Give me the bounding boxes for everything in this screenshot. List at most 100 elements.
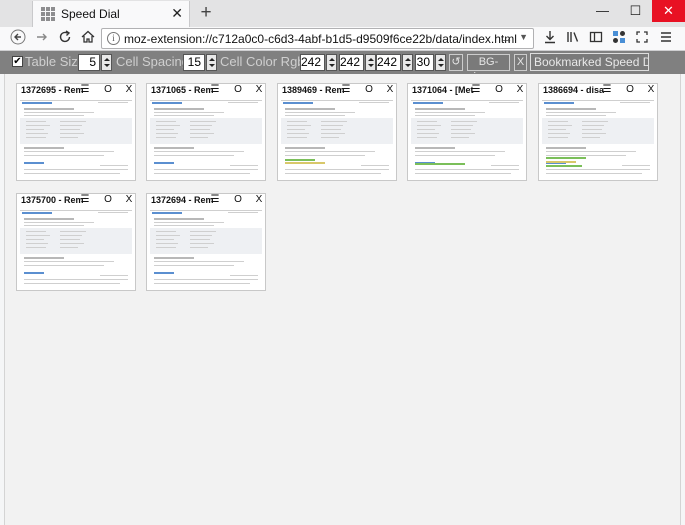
page-thumbnail[interactable] <box>150 209 262 288</box>
color-red-input[interactable]: 242 <box>300 54 325 71</box>
color-alpha-input[interactable]: 30 <box>415 54 434 71</box>
dial-open-button[interactable]: O <box>625 84 635 95</box>
back-icon[interactable] <box>8 29 28 49</box>
dial-open-button[interactable]: O <box>103 84 113 95</box>
tab-speed-dial[interactable]: Speed Dial ✕ <box>32 1 190 27</box>
screenshot-icon[interactable] <box>632 29 652 49</box>
maximize-button[interactable]: ☐ <box>619 0 652 22</box>
dial-close-button[interactable]: X <box>254 84 264 95</box>
dial-close-button[interactable]: X <box>254 194 264 205</box>
thumbnail-text-line <box>60 129 80 130</box>
table-size-spinner[interactable] <box>101 54 112 71</box>
menu-icon[interactable] <box>656 29 676 49</box>
dial-menu-icon[interactable]: ☰ <box>80 84 90 95</box>
dial-open-button[interactable]: O <box>494 84 504 95</box>
clear-bg-button[interactable]: X <box>514 54 527 71</box>
sidebar-icon[interactable] <box>586 29 606 49</box>
cell-spacing-spinner[interactable] <box>206 54 217 71</box>
dial-title[interactable]: 1386694 - disa <box>543 85 609 95</box>
reset-button[interactable]: ↺ <box>449 54 463 71</box>
thumbnail-text-line <box>548 129 566 130</box>
dial-close-button[interactable]: X <box>646 84 656 95</box>
folder-name-input[interactable]: Bookmarked Speed Dial <box>530 53 649 71</box>
color-green-input[interactable]: 242 <box>339 54 364 71</box>
dial-close-button[interactable]: X <box>124 84 134 95</box>
thumbnail-text-line <box>544 102 574 104</box>
dial-close-button[interactable]: X <box>515 84 525 95</box>
thumbnail-text-line <box>24 173 120 174</box>
dial-menu-icon[interactable]: ☰ <box>341 84 351 95</box>
chevron-down-icon[interactable]: ▼ <box>519 32 528 42</box>
home-icon[interactable] <box>78 29 98 49</box>
dial-open-button[interactable]: O <box>233 194 243 205</box>
dial-tile[interactable]: 1371064 - [Met ☰ O X <box>407 83 527 181</box>
color-blue-spinner[interactable] <box>402 54 413 71</box>
dial-tile[interactable]: 1371065 - Rem ☰ O X <box>146 83 266 181</box>
dial-title[interactable]: 1375700 - Rem <box>21 195 87 205</box>
dial-title[interactable]: 1371064 - [Met <box>412 85 478 95</box>
dial-open-button[interactable]: O <box>103 194 113 205</box>
thumbnail-text-line <box>190 243 214 244</box>
dial-title[interactable]: 1389469 - Rem <box>282 85 348 95</box>
go-arrow-icon[interactable]: → <box>499 30 513 46</box>
thumbnail-text-line <box>321 133 345 134</box>
color-alpha-spinner[interactable] <box>435 54 446 71</box>
dial-open-button[interactable]: O <box>364 84 374 95</box>
table-size-label: Table Size <box>25 54 85 69</box>
page-thumbnail[interactable] <box>20 99 132 178</box>
window-close-button[interactable]: ✕ <box>652 0 685 22</box>
reload-icon[interactable] <box>55 29 75 49</box>
thumbnail-text-line <box>22 212 52 214</box>
bg-image-button[interactable]: BG-image <box>467 54 510 83</box>
tab-close-icon[interactable]: ✕ <box>171 5 183 22</box>
thumbnail-text-line <box>154 261 244 262</box>
dial-menu-icon[interactable]: ☰ <box>471 84 481 95</box>
thumbnail-text-line <box>287 125 311 126</box>
url-bar[interactable]: i moz-extension://c712a0c0-c6d3-4abf-b1d… <box>101 28 534 49</box>
dial-title[interactable]: 1372694 - Rem <box>151 195 217 205</box>
dial-menu-icon[interactable]: ☰ <box>602 84 612 95</box>
extension-icon[interactable] <box>609 29 629 49</box>
page-thumbnail[interactable] <box>20 209 132 288</box>
dial-tile[interactable]: 1389469 - Rem ☰ O X <box>277 83 397 181</box>
dial-menu-icon[interactable]: ☰ <box>210 194 220 205</box>
thumbnail-text-line <box>152 102 182 104</box>
color-green-spinner[interactable] <box>365 54 376 71</box>
dial-tile[interactable]: 1386694 - disa ☰ O X <box>538 83 658 181</box>
thumbnail-text-line <box>156 125 180 126</box>
color-red-spinner[interactable] <box>326 54 337 71</box>
page-thumbnail[interactable] <box>542 99 654 178</box>
thumbnail-text-line <box>98 212 128 213</box>
download-icon[interactable] <box>540 29 560 49</box>
dial-tile[interactable]: 1372695 - Rem ☰ O X <box>16 83 136 181</box>
dial-close-button[interactable]: X <box>124 194 134 205</box>
dial-close-button[interactable]: X <box>385 84 395 95</box>
table-size-checkbox[interactable]: ✔ <box>12 56 23 67</box>
new-tab-button[interactable]: + <box>196 3 216 23</box>
thumbnail-text-line <box>190 247 208 248</box>
table-size-input[interactable]: 5 <box>78 54 100 71</box>
thumbnail-text-line <box>361 165 389 166</box>
thumbnail-text-line <box>582 125 604 126</box>
color-blue-input[interactable]: 242 <box>376 54 401 71</box>
url-text[interactable]: moz-extension://c712a0c0-c6d3-4abf-b1d5-… <box>124 32 517 46</box>
minimize-button[interactable]: — <box>586 0 619 22</box>
thumbnail-text-line <box>417 137 437 138</box>
dial-tile[interactable]: 1375700 - Rem ☰ O X <box>16 193 136 291</box>
thumbnail-text-line <box>156 235 180 236</box>
dial-open-button[interactable]: O <box>233 84 243 95</box>
thumbnail-text-line <box>546 173 642 174</box>
cell-spacing-input[interactable]: 15 <box>183 54 205 71</box>
page-thumbnail[interactable] <box>150 99 262 178</box>
forward-icon[interactable] <box>32 29 52 49</box>
page-thumbnail[interactable] <box>411 99 523 178</box>
dial-title[interactable]: 1372695 - Rem <box>21 85 87 95</box>
dial-menu-icon[interactable]: ☰ <box>80 194 90 205</box>
dial-menu-icon[interactable]: ☰ <box>210 84 220 95</box>
info-icon[interactable]: i <box>107 32 120 45</box>
page-thumbnail[interactable] <box>281 99 393 178</box>
thumbnail-text-line <box>546 161 576 163</box>
dial-title[interactable]: 1371065 - Rem <box>151 85 217 95</box>
library-icon[interactable] <box>563 29 583 49</box>
dial-tile[interactable]: 1372694 - Rem ☰ O X <box>146 193 266 291</box>
